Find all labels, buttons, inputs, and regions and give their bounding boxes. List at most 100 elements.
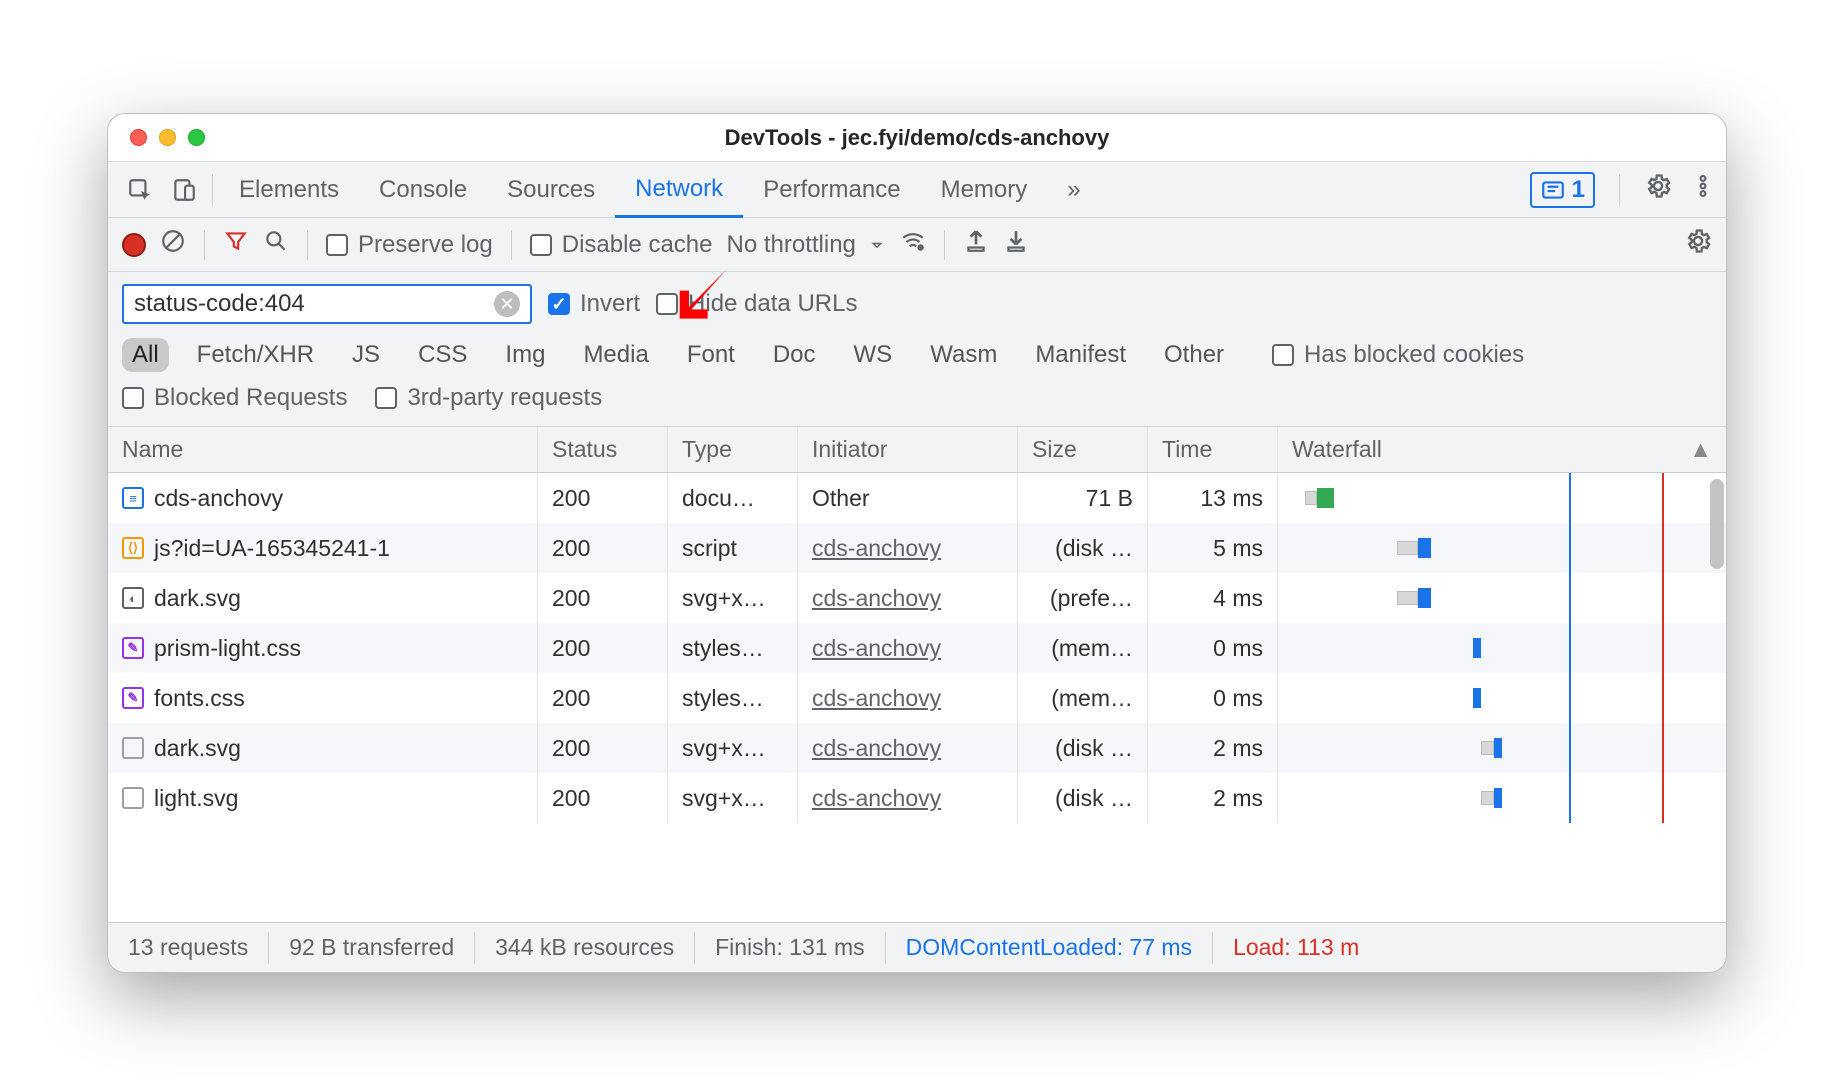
throttling-select[interactable]: No throttling bbox=[726, 231, 885, 259]
cell-initiator: cds-anchovy bbox=[798, 573, 1018, 623]
cell-waterfall bbox=[1278, 473, 1726, 523]
tab-performance[interactable]: Performance bbox=[743, 162, 920, 218]
cell-type: svg+x… bbox=[668, 573, 798, 623]
clear-filter-icon[interactable]: ✕ bbox=[494, 291, 520, 317]
filter-type-img[interactable]: Img bbox=[495, 338, 555, 372]
tab-network[interactable]: Network bbox=[615, 162, 743, 218]
inspect-element-icon[interactable] bbox=[118, 177, 162, 203]
initiator-link[interactable]: cds-anchovy bbox=[812, 635, 941, 662]
clear-button[interactable] bbox=[160, 228, 186, 261]
network-conditions-icon[interactable] bbox=[900, 228, 926, 261]
cell-initiator: cds-anchovy bbox=[798, 723, 1018, 773]
filter-type-css[interactable]: CSS bbox=[408, 338, 477, 372]
filter-type-media[interactable]: Media bbox=[573, 338, 658, 372]
filter-type-font[interactable]: Font bbox=[677, 338, 745, 372]
filter-type-js[interactable]: JS bbox=[342, 338, 390, 372]
search-icon[interactable] bbox=[263, 228, 289, 261]
checkbox-icon bbox=[530, 234, 552, 256]
cell-initiator: cds-anchovy bbox=[798, 623, 1018, 673]
filter-section: ✕ Invert Hide data URLs AllFetch/XHRJSCS… bbox=[108, 272, 1726, 427]
filter-type-all[interactable]: All bbox=[122, 338, 169, 372]
network-settings-icon[interactable] bbox=[1684, 227, 1712, 262]
filter-text-field[interactable] bbox=[134, 290, 494, 318]
issues-badge[interactable]: 1 bbox=[1530, 172, 1595, 208]
third-party-checkbox[interactable]: 3rd-party requests bbox=[375, 384, 602, 412]
filter-type-wasm[interactable]: Wasm bbox=[920, 338, 1007, 372]
request-name: prism-light.css bbox=[154, 635, 301, 662]
filter-input[interactable]: ✕ bbox=[122, 284, 532, 324]
tab-console[interactable]: Console bbox=[359, 162, 487, 218]
device-toolbar-icon[interactable] bbox=[162, 177, 206, 203]
col-size[interactable]: Size bbox=[1018, 427, 1148, 472]
filter-type-fetchxhr[interactable]: Fetch/XHR bbox=[187, 338, 324, 372]
blocked-requests-checkbox[interactable]: Blocked Requests bbox=[122, 384, 347, 412]
cell-status: 200 bbox=[538, 473, 668, 523]
cell-status: 200 bbox=[538, 573, 668, 623]
table-row[interactable]: light.svg200svg+x…cds-anchovy(disk …2 ms bbox=[108, 773, 1726, 823]
tab-sources[interactable]: Sources bbox=[487, 162, 615, 218]
initiator-link[interactable]: cds-anchovy bbox=[812, 685, 941, 712]
filter-type-ws[interactable]: WS bbox=[844, 338, 903, 372]
filter-type-other[interactable]: Other bbox=[1154, 338, 1234, 372]
export-har-icon[interactable] bbox=[1003, 228, 1029, 261]
vertical-scrollbar[interactable] bbox=[1710, 479, 1724, 569]
main-tabs: ElementsConsoleSourcesNetworkPerformance… bbox=[108, 162, 1726, 218]
has-blocked-cookies-checkbox[interactable]: Has blocked cookies bbox=[1272, 341, 1524, 369]
invert-label: Invert bbox=[580, 290, 640, 318]
settings-icon[interactable] bbox=[1644, 172, 1672, 207]
network-toolbar: Preserve log Disable cache No throttling bbox=[108, 218, 1726, 272]
transferred-size: 92 B transferred bbox=[269, 932, 475, 964]
tab-memory[interactable]: Memory bbox=[921, 162, 1048, 218]
filter-icon[interactable] bbox=[223, 228, 249, 261]
col-type[interactable]: Type bbox=[668, 427, 798, 472]
table-row[interactable]: ✎prism-light.css200styles…cds-anchovy(me… bbox=[108, 623, 1726, 673]
file-type-icon: ✎ bbox=[122, 687, 144, 709]
cell-time: 4 ms bbox=[1148, 573, 1278, 623]
tab-elements[interactable]: Elements bbox=[219, 162, 359, 218]
preserve-log-checkbox[interactable]: Preserve log bbox=[326, 231, 493, 259]
cell-status: 200 bbox=[538, 773, 668, 823]
col-name[interactable]: Name bbox=[108, 427, 538, 472]
col-initiator[interactable]: Initiator bbox=[798, 427, 1018, 472]
import-har-icon[interactable] bbox=[963, 228, 989, 261]
annotation-arrow-icon bbox=[668, 258, 738, 328]
checkbox-icon bbox=[548, 293, 570, 315]
table-row[interactable]: ◐dark.svg200svg+x…cds-anchovy(prefe…4 ms bbox=[108, 573, 1726, 623]
titlebar: DevTools - jec.fyi/demo/cds-anchovy bbox=[108, 114, 1726, 162]
cell-size: (mem… bbox=[1018, 623, 1148, 673]
checkbox-icon bbox=[326, 234, 348, 256]
throttling-value: No throttling bbox=[726, 231, 855, 259]
cell-size: (prefe… bbox=[1018, 573, 1148, 623]
invert-checkbox[interactable]: Invert bbox=[548, 290, 640, 318]
table-header: Name Status Type Initiator Size Time Wat… bbox=[108, 427, 1726, 473]
request-name: light.svg bbox=[154, 785, 238, 812]
disable-cache-label: Disable cache bbox=[562, 231, 713, 259]
initiator-link[interactable]: cds-anchovy bbox=[812, 585, 941, 612]
initiator-link[interactable]: cds-anchovy bbox=[812, 785, 941, 812]
col-time[interactable]: Time bbox=[1148, 427, 1278, 472]
more-tabs-button[interactable]: » bbox=[1047, 162, 1100, 218]
request-name: dark.svg bbox=[154, 735, 241, 762]
initiator-link[interactable]: cds-anchovy bbox=[812, 735, 941, 762]
cell-time: 13 ms bbox=[1148, 473, 1278, 523]
disable-cache-checkbox[interactable]: Disable cache bbox=[530, 231, 713, 259]
col-status[interactable]: Status bbox=[538, 427, 668, 472]
initiator-link[interactable]: cds-anchovy bbox=[812, 535, 941, 562]
cell-initiator: cds-anchovy bbox=[798, 773, 1018, 823]
table-row[interactable]: ✎fonts.css200styles…cds-anchovy(mem…0 ms bbox=[108, 673, 1726, 723]
kebab-menu-icon[interactable] bbox=[1690, 173, 1716, 206]
col-waterfall[interactable]: Waterfall ▲ bbox=[1278, 427, 1726, 472]
filter-type-manifest[interactable]: Manifest bbox=[1025, 338, 1136, 372]
preserve-log-label: Preserve log bbox=[358, 231, 493, 259]
cell-type: styles… bbox=[668, 623, 798, 673]
has-blocked-cookies-label: Has blocked cookies bbox=[1304, 341, 1524, 369]
filter-type-doc[interactable]: Doc bbox=[763, 338, 826, 372]
cell-waterfall bbox=[1278, 673, 1726, 723]
cell-time: 2 ms bbox=[1148, 773, 1278, 823]
record-button[interactable] bbox=[122, 233, 146, 257]
file-type-icon bbox=[122, 787, 144, 809]
table-row[interactable]: dark.svg200svg+x…cds-anchovy(disk …2 ms bbox=[108, 723, 1726, 773]
table-row[interactable]: ≡cds-anchovy200docu…Other71 B13 ms bbox=[108, 473, 1726, 523]
checkbox-icon bbox=[122, 387, 144, 409]
table-row[interactable]: ⟨⟩js?id=UA-165345241-1200scriptcds-ancho… bbox=[108, 523, 1726, 573]
